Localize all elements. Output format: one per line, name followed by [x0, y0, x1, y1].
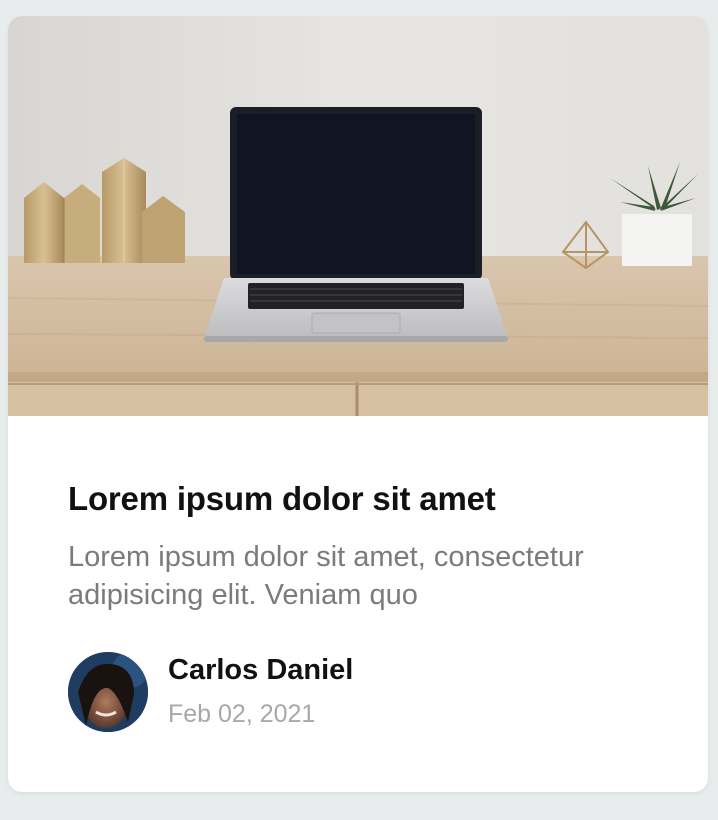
- card-description: Lorem ipsum dolor sit amet, consectetur …: [68, 541, 584, 611]
- card-title[interactable]: Lorem ipsum dolor sit amet: [68, 480, 496, 518]
- post-date: Feb 02, 2021: [168, 700, 316, 728]
- author-name[interactable]: Carlos Daniel: [168, 654, 353, 687]
- cover-image: [8, 16, 708, 416]
- blog-card[interactable]: Lorem ipsum dolor sit amet Lorem ipsum d…: [8, 16, 708, 792]
- author-block: Carlos Daniel Feb 02, 2021: [68, 652, 668, 732]
- avatar[interactable]: [68, 652, 148, 732]
